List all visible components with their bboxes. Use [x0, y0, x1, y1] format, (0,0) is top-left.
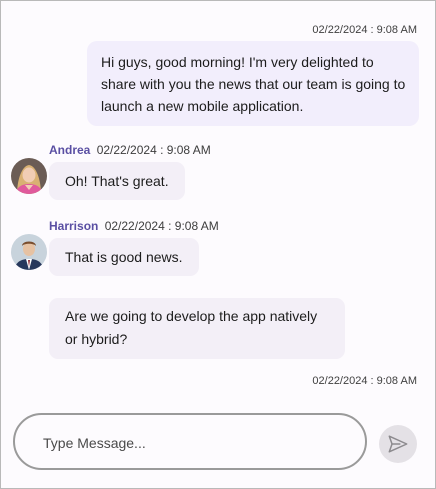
- message-header: Andrea 02/22/2024 : 9:08 AM: [49, 143, 211, 157]
- message-header: Harrison 02/22/2024 : 9:08 AM: [49, 219, 219, 233]
- message-timestamp: 02/22/2024 : 9:08 AM: [312, 24, 417, 36]
- send-button[interactable]: [379, 425, 417, 463]
- message-timestamp: 02/22/2024 : 9:08 AM: [96, 143, 211, 157]
- avatar: [11, 158, 47, 194]
- message-input[interactable]: [41, 429, 345, 457]
- message-composer: [13, 413, 367, 470]
- send-icon: [388, 435, 408, 453]
- avatar: [11, 234, 47, 270]
- incoming-message-bubble: Oh! That's great.: [49, 162, 185, 200]
- chat-panel: 02/22/2024 : 9:08 AM Hi guys, good morni…: [0, 0, 436, 489]
- incoming-message-bubble: Are we going to develop the app natively…: [49, 298, 345, 359]
- incoming-message-bubble: That is good news.: [49, 238, 199, 276]
- message-timestamp: 02/22/2024 : 9:08 AM: [104, 219, 219, 233]
- outgoing-message-bubble: Hi guys, good morning! I'm very delighte…: [87, 41, 419, 126]
- message-timestamp: 02/22/2024 : 9:08 AM: [312, 375, 417, 387]
- author-name: Andrea: [49, 143, 91, 157]
- author-name: Harrison: [49, 219, 99, 233]
